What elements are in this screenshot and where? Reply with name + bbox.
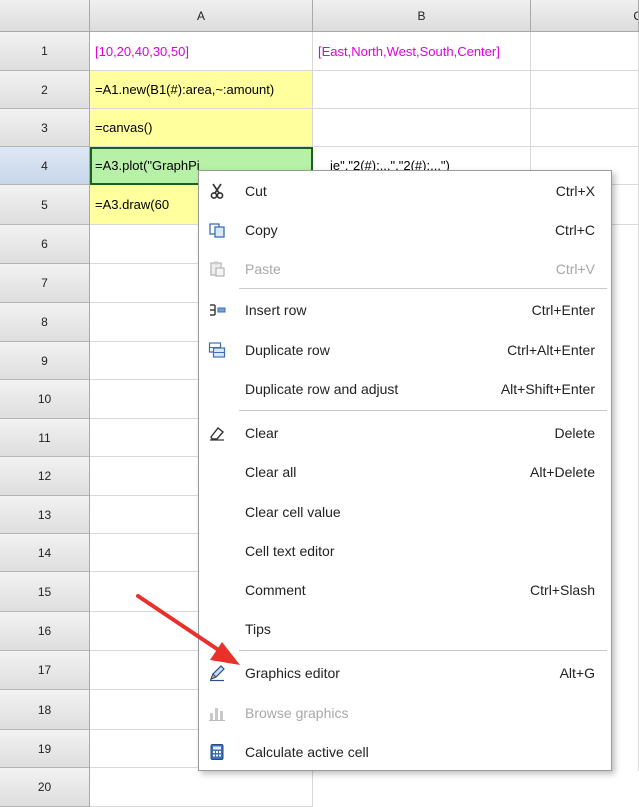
cell-c2[interactable]	[531, 71, 639, 109]
menu-item-insert-row[interactable]: Insert row Ctrl+Enter	[199, 290, 611, 329]
duplicate-row-icon	[207, 340, 227, 360]
cell-a2-text: =A1.new(B1(#):area,~:amount)	[95, 82, 275, 97]
cell-a20[interactable]	[90, 768, 313, 807]
insert-row-icon	[207, 300, 227, 320]
menu-item-clear-all[interactable]: Clear all Alt+Delete	[199, 452, 611, 491]
cell-a4-text: =A3.plot("GraphPi	[95, 158, 200, 173]
calculator-icon	[207, 742, 227, 762]
row-header-19[interactable]: 19	[0, 730, 90, 768]
row-header-3[interactable]: 3	[0, 109, 90, 147]
corner-header[interactable]	[0, 0, 90, 32]
row-header-9[interactable]: 9	[0, 342, 90, 380]
row-header-4[interactable]: 4	[0, 147, 90, 185]
row-header-16[interactable]: 16	[0, 612, 90, 651]
row-header-18[interactable]: 18	[0, 690, 90, 730]
row-header-17[interactable]: 17	[0, 651, 90, 690]
cell-c-strip	[612, 225, 639, 771]
scissors-icon	[207, 181, 227, 201]
row-header-20[interactable]: 20	[0, 768, 90, 807]
row-header-13[interactable]: 13	[0, 496, 90, 534]
row-header-1[interactable]: 1	[0, 32, 90, 71]
menu-item-tips[interactable]: Tips	[199, 609, 611, 648]
row-header-8[interactable]: 8	[0, 303, 90, 342]
cell-a1-text: [10,20,40,30,50]	[95, 43, 189, 59]
menu-item-browse-graphics[interactable]: Browse graphics	[199, 693, 611, 732]
cell-a3-text: =canvas()	[95, 120, 153, 135]
menu-item-paste[interactable]: Paste Ctrl+V	[199, 249, 611, 288]
row-header-6[interactable]: 6	[0, 225, 90, 264]
menu-item-graphics-editor[interactable]: Graphics editor Alt+G	[199, 653, 611, 692]
cell-c3[interactable]	[531, 109, 639, 147]
row-header-15[interactable]: 15	[0, 572, 90, 612]
menu-item-duplicate-row[interactable]: Duplicate row Ctrl+Alt+Enter	[199, 330, 611, 369]
paste-icon	[207, 259, 227, 279]
copy-icon	[207, 220, 227, 240]
menu-item-comment[interactable]: Comment Ctrl+Slash	[199, 570, 611, 609]
row-header-10[interactable]: 10	[0, 380, 90, 419]
cell-a3[interactable]: =canvas()	[90, 109, 313, 147]
menu-separator	[239, 650, 607, 651]
row-header-2[interactable]: 2	[0, 71, 90, 109]
row-header-7[interactable]: 7	[0, 264, 90, 303]
row-header-5[interactable]: 5	[0, 185, 90, 225]
menu-item-cell-text-editor[interactable]: Cell text editor	[199, 531, 611, 570]
cell-b1-text: [East,North,West,South,Center]	[318, 43, 500, 59]
cell-a2[interactable]: =A1.new(B1(#):area,~:amount)	[90, 71, 313, 109]
cell-b1[interactable]: [East,North,West,South,Center]	[313, 32, 531, 71]
menu-item-clear[interactable]: Clear Delete	[199, 413, 611, 452]
menu-item-clear-cell-value[interactable]: Clear cell value	[199, 492, 611, 531]
eraser-icon	[207, 423, 227, 443]
cell-a1[interactable]: [10,20,40,30,50]	[90, 32, 313, 71]
column-header-b[interactable]: B	[313, 0, 531, 32]
cell-b2[interactable]	[313, 71, 531, 109]
row-header-14[interactable]: 14	[0, 534, 90, 572]
row-header-11[interactable]: 11	[0, 419, 90, 457]
cell-c1[interactable]	[531, 32, 639, 71]
cell-b3[interactable]	[313, 109, 531, 147]
cell-a5-text: =A3.draw(60	[95, 197, 170, 212]
menu-item-cut[interactable]: Cut Ctrl+X	[199, 171, 611, 210]
graphics-editor-icon	[207, 663, 227, 683]
row-header-12[interactable]: 12	[0, 457, 90, 496]
menu-item-copy[interactable]: Copy Ctrl+C	[199, 210, 611, 249]
menu-separator	[239, 288, 607, 289]
column-header-a[interactable]: A	[90, 0, 313, 32]
context-menu: Cut Ctrl+X Copy Ctrl+C Paste Ctrl+V Inse…	[198, 170, 612, 771]
column-header-c[interactable]: C	[531, 0, 639, 32]
menu-item-duplicate-row-and-adjust[interactable]: Duplicate row and adjust Alt+Shift+Enter	[199, 369, 611, 408]
bar-chart-icon	[207, 703, 227, 723]
menu-item-calculate-active-cell[interactable]: Calculate active cell	[199, 732, 611, 771]
menu-separator	[239, 410, 607, 411]
